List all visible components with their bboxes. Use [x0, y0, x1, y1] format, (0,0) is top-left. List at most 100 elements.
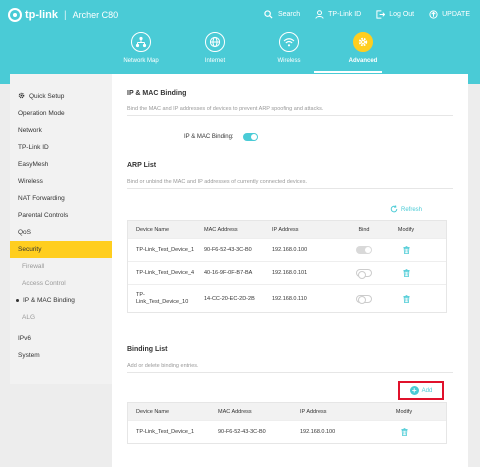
trash-icon[interactable] — [402, 294, 410, 303]
binding-list-divider — [127, 372, 453, 373]
bind-toggle[interactable] — [356, 294, 372, 304]
search-label: Search — [277, 10, 301, 18]
update-action[interactable]: UPDATE — [428, 9, 470, 19]
person-icon — [314, 9, 324, 19]
search-icon — [264, 9, 274, 19]
wifi-icon — [279, 32, 299, 52]
sidebar-item-tp-link-id[interactable]: TP-Link ID — [10, 139, 112, 156]
mac-cell: 90-F6-52-43-3C-B0 — [218, 429, 266, 435]
update-icon — [428, 9, 438, 19]
table-row: TP-Link_Test_Device_4 40-16-9F-0F-B7-BA … — [128, 261, 446, 284]
sidebar-subitem-alg[interactable]: ALG — [10, 309, 112, 326]
tp-link-id-action[interactable]: TP-Link ID — [314, 9, 361, 19]
nav-internet[interactable]: Internet — [178, 32, 252, 64]
column-header: Device Name — [136, 226, 170, 233]
sidebar-item-label: NAT Forwarding — [18, 195, 65, 202]
refresh-label: Refresh — [401, 207, 423, 213]
mac-cell: 14-CC-20-EC-2D-2B — [204, 295, 255, 302]
sidebar-item-label: System — [18, 352, 40, 359]
sidebar-subitem-label: Firewall — [22, 263, 45, 270]
sidebar-subitem-access-control[interactable]: Access Control — [10, 275, 112, 292]
network-map-icon — [131, 32, 151, 52]
ip-mac-binding-toggle[interactable] — [243, 133, 258, 141]
sidebar-item-easymesh[interactable]: EasyMesh — [10, 156, 112, 173]
sidebar-item-quick-setup[interactable]: Quick Setup — [10, 88, 112, 105]
column-header: Device Name — [136, 408, 170, 415]
sidebar-item-label: Parental Controls — [18, 212, 69, 219]
column-header: MAC Address — [204, 226, 238, 233]
bind-toggle[interactable] — [356, 246, 372, 254]
column-header: IP Address — [300, 408, 327, 415]
arp-table-header: Device Name MAC Address IP Address Bind … — [128, 221, 446, 238]
gear-icon — [353, 32, 373, 52]
globe-icon — [205, 32, 225, 52]
binding-toggle-label: IP & MAC Binding: — [184, 134, 234, 140]
binding-table-header: Device Name MAC Address IP Address Modif… — [128, 403, 446, 420]
trash-icon[interactable] — [400, 428, 408, 436]
sidebar: Quick Setup Operation Mode Network TP-Li… — [10, 74, 112, 384]
table-row: TP-Link_Test_Device_1 90-F6-52-43-3C-B0 … — [128, 238, 446, 261]
sidebar-subitem-ip-mac-binding[interactable]: IP & MAC Binding — [10, 292, 112, 309]
update-label: UPDATE — [442, 10, 470, 18]
binding-list-desc: Add or delete binding entries. — [127, 363, 199, 369]
nav-active-indicator — [314, 71, 382, 73]
refresh-button[interactable]: Refresh — [390, 205, 422, 215]
content-panel: IP & MAC Binding Bind the MAC and IP add… — [112, 74, 468, 467]
arp-table: Device Name MAC Address IP Address Bind … — [127, 220, 447, 313]
nav-network-map[interactable]: Network Map — [104, 32, 178, 64]
sidebar-item-label: Operation Mode — [18, 110, 65, 117]
table-row: TP-Link_Test_Device_1 90-F6-52-43-3C-B0 … — [128, 420, 446, 443]
sidebar-item-label: TP-Link ID — [18, 144, 49, 151]
nav-advanced-label: Advanced — [348, 58, 378, 64]
mac-cell: 40-16-9F-0F-B7-BA — [204, 270, 253, 276]
binding-table: Device Name MAC Address IP Address Modif… — [127, 402, 447, 444]
nav-wireless-label: Wireless — [277, 58, 301, 64]
sidebar-item-operation-mode[interactable]: Operation Mode — [10, 105, 112, 122]
sidebar-item-nat-forwarding[interactable]: NAT Forwarding — [10, 190, 112, 207]
main-nav: Network Map Internet Wireless Advanced — [104, 32, 400, 64]
active-dot-icon — [16, 299, 19, 302]
device-name-cell: TP-Link_Test_Device_1 — [136, 247, 195, 253]
logout-label: Log Out — [389, 10, 415, 18]
trash-icon[interactable] — [402, 269, 410, 277]
logout-action[interactable]: Log Out — [375, 9, 414, 19]
ip-cell: 192.168.0.110 — [272, 295, 307, 302]
nav-advanced[interactable]: Advanced — [326, 32, 400, 64]
sidebar-item-qos[interactable]: QoS — [10, 224, 112, 241]
nav-internet-label: Internet — [204, 58, 226, 64]
ip-cell: 192.168.0.101 — [272, 270, 308, 276]
sidebar-item-label: QoS — [18, 229, 32, 236]
sidebar-item-security[interactable]: Security — [10, 241, 112, 258]
ip-cell: 192.168.0.100 — [300, 429, 336, 435]
column-header: IP Address — [272, 226, 299, 233]
sidebar-item-label: IPv6 — [18, 335, 32, 342]
sidebar-item-wireless[interactable]: Wireless — [10, 173, 112, 190]
sidebar-item-label: Security — [18, 246, 42, 253]
top-header: tp-link | Archer C80 Search TP-Link ID L… — [0, 0, 480, 84]
device-name-cell: TP-Link_Test_Device_4 — [136, 270, 195, 276]
nav-wireless[interactable]: Wireless — [252, 32, 326, 64]
sidebar-subitem-firewall[interactable]: Firewall — [10, 258, 112, 275]
sidebar-item-parental-controls[interactable]: Parental Controls — [10, 207, 112, 224]
arp-divider — [127, 188, 453, 189]
add-binding-button[interactable]: + Add — [398, 381, 444, 400]
nav-network-map-label: Network Map — [123, 58, 159, 64]
quick-setup-icon — [18, 92, 25, 101]
mac-cell: 90-F6-52-43-3C-B0 — [204, 247, 252, 253]
binding-section-desc: Bind the MAC and IP addresses of devices… — [127, 106, 324, 112]
sidebar-item-network[interactable]: Network — [10, 122, 112, 139]
brand-logo[interactable]: tp-link | Archer C80 — [8, 8, 118, 22]
sidebar-item-label: EasyMesh — [18, 161, 49, 168]
bind-toggle[interactable] — [356, 269, 372, 279]
binding-list-title: Binding List — [127, 346, 168, 353]
search-action[interactable]: Search — [264, 9, 300, 19]
tp-link-id-label: TP-Link ID — [328, 10, 362, 18]
binding-divider — [127, 115, 453, 116]
sidebar-item-ipv6[interactable]: IPv6 — [10, 330, 112, 347]
plus-icon: + — [409, 386, 419, 395]
trash-icon[interactable] — [402, 246, 410, 254]
device-name-cell: TP- Link_Test_Device_10 — [128, 292, 196, 306]
sidebar-item-system[interactable]: System — [10, 347, 112, 364]
arp-section-title: ARP List — [127, 162, 157, 169]
device-name-line: TP- — [136, 291, 145, 298]
